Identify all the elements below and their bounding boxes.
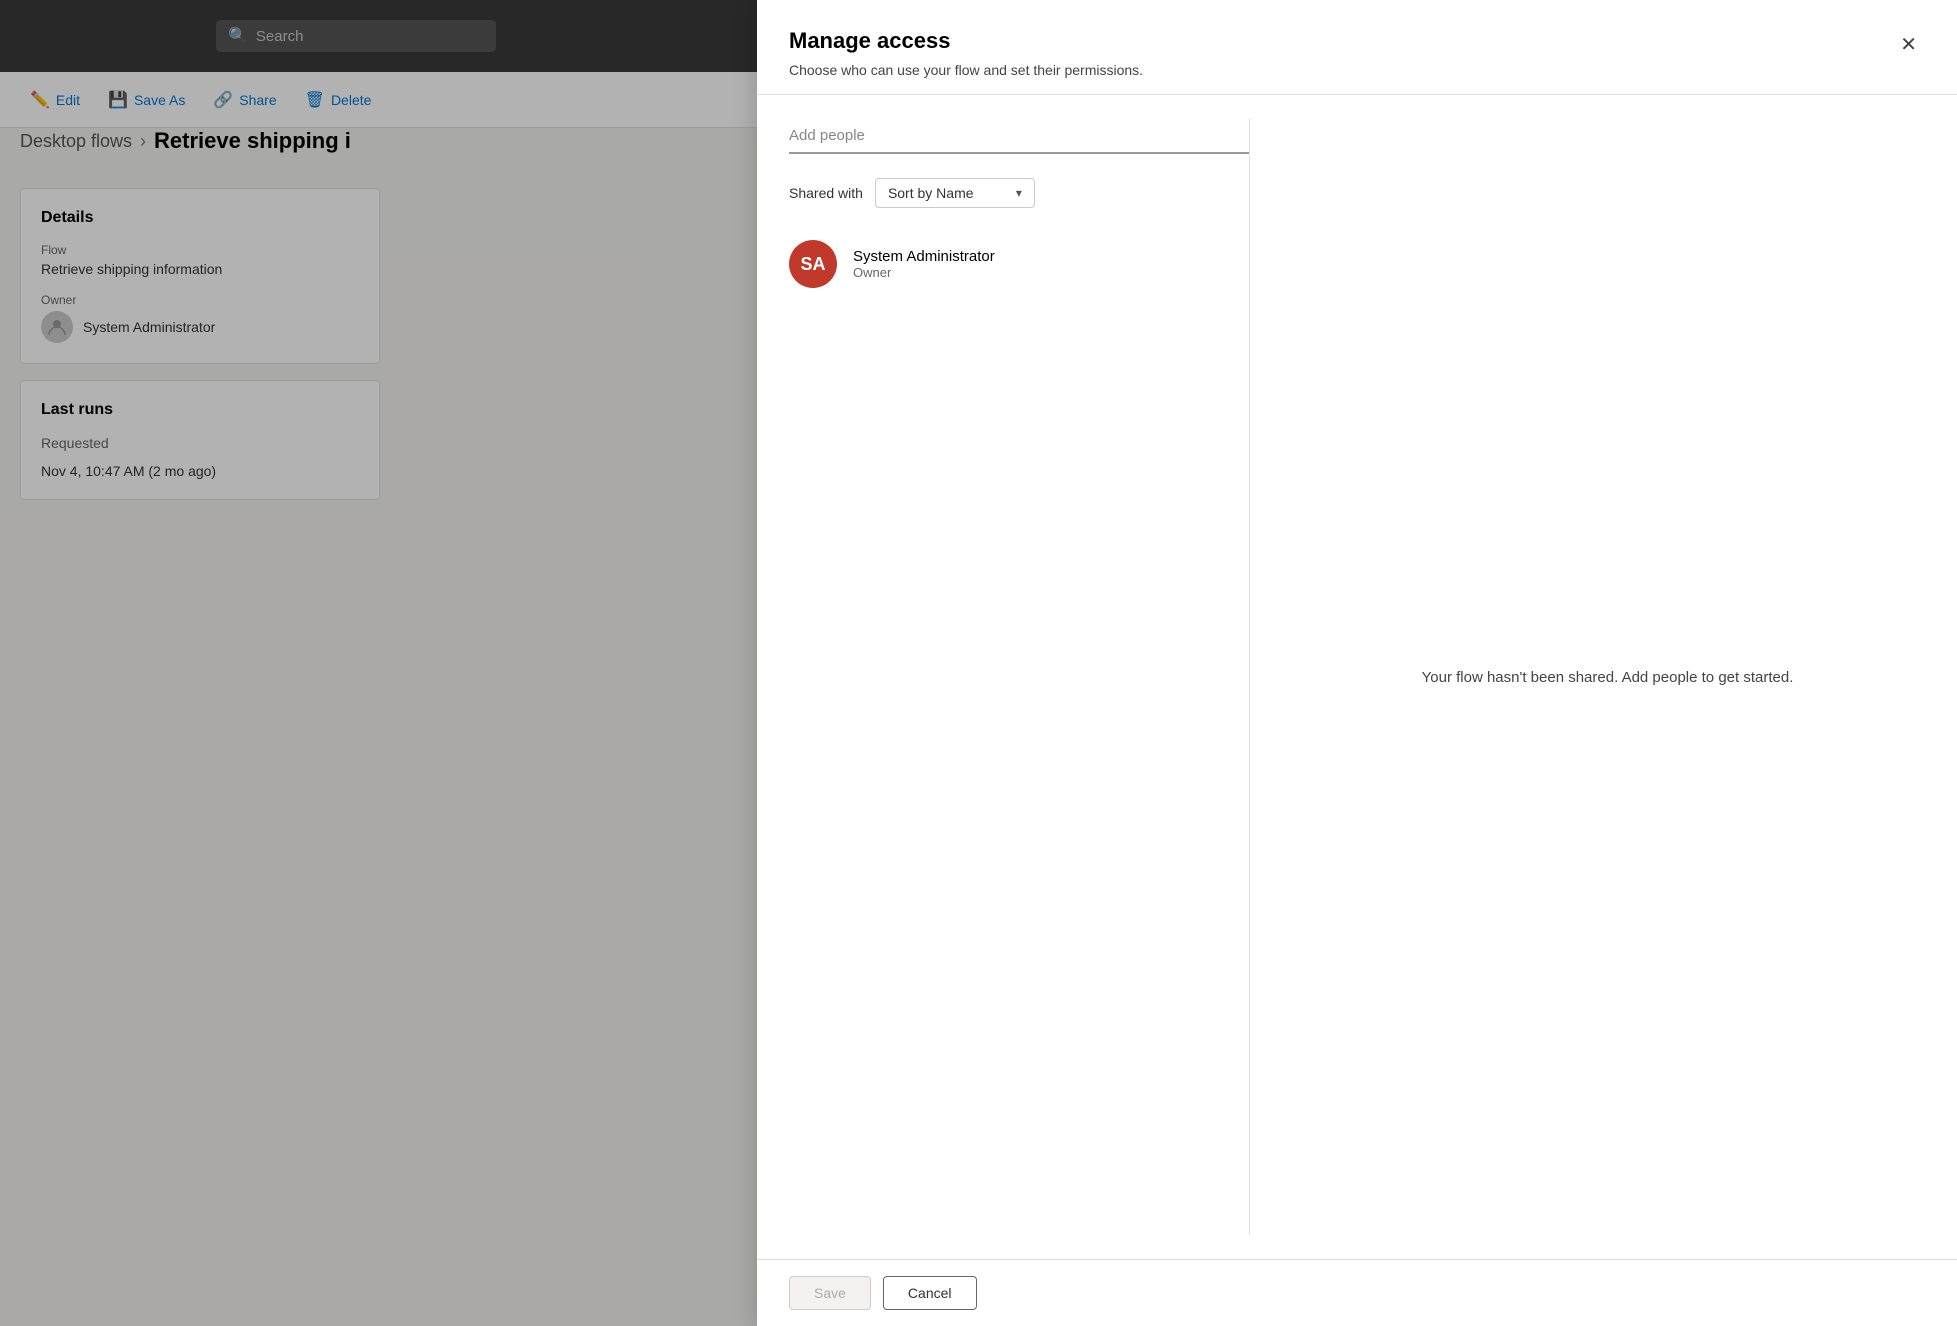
sort-dropdown[interactable]: Sort by Name ▾ (875, 178, 1035, 208)
modal-footer: Save Cancel (757, 1259, 1957, 1326)
modal-panel: Manage access Choose who can use your fl… (757, 0, 1957, 1326)
right-section: Your flow hasn't been shared. Add people… (1250, 119, 1925, 1235)
chevron-down-icon: ▾ (1016, 186, 1022, 200)
user-avatar-initials: SA (800, 254, 825, 275)
user-name: System Administrator (853, 248, 995, 265)
modal-body: Shared with Sort by Name ▾ SA System Adm… (757, 95, 1957, 1259)
modal-title: Manage access (789, 28, 1143, 54)
modal-header: Manage access Choose who can use your fl… (757, 0, 1957, 95)
left-section: Shared with Sort by Name ▾ SA System Adm… (789, 119, 1249, 1235)
modal-close-button[interactable]: ✕ (1892, 28, 1925, 61)
user-avatar: SA (789, 240, 837, 288)
modal-subtitle: Choose who can use your flow and set the… (789, 62, 1143, 78)
close-icon: ✕ (1900, 34, 1917, 56)
user-role: Owner (853, 265, 995, 280)
sort-dropdown-text: Sort by Name (888, 185, 1008, 201)
user-entry: SA System Administrator Owner (789, 228, 1249, 300)
add-people-input[interactable] (789, 119, 1249, 154)
cancel-button[interactable]: Cancel (883, 1276, 977, 1310)
save-button[interactable]: Save (789, 1276, 871, 1310)
shared-with-label: Shared with (789, 185, 863, 201)
shared-with-row: Shared with Sort by Name ▾ (789, 178, 1249, 208)
user-info: System Administrator Owner (853, 248, 995, 280)
empty-message: Your flow hasn't been shared. Add people… (1422, 669, 1794, 686)
